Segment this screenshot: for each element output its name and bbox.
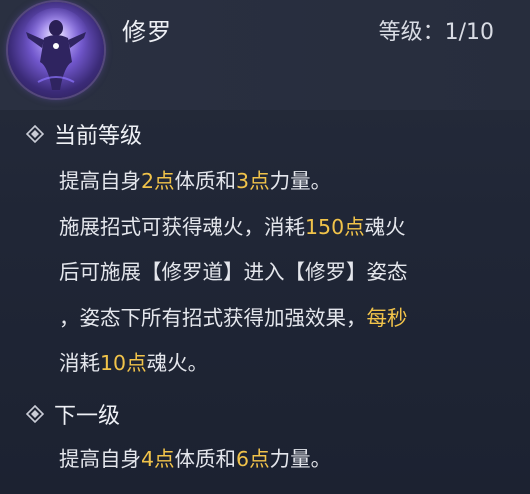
highlighted-value: 150点 (305, 214, 365, 239)
level-label: 等级： (378, 20, 445, 45)
highlighted-value: 10点 (100, 351, 147, 375)
description-text: ，姿态下所有招式获得加强效果， (59, 305, 367, 330)
description-line: 消耗10点魂火。 (59, 341, 408, 387)
current-level-title: 当前等级 (26, 118, 143, 150)
next-level-description: 提高自身4点体质和6点力量。 (59, 437, 331, 483)
skill-name: 修罗 (122, 18, 172, 46)
description-text: 体质和 (174, 447, 237, 471)
description-line: 提高自身4点体质和6点力量。 (59, 437, 331, 483)
current-level-description: 提高自身2点体质和3点力量。 施展招式可获得魂火，消耗150点魂火 后可施展【修罗道… (59, 159, 408, 387)
section-title-text: 下一级 (54, 404, 121, 429)
description-text: 力量。 (269, 169, 332, 193)
description-text: 提高自身 (59, 169, 141, 193)
diamond-bullet-icon (26, 405, 44, 423)
description-text: 施展招式可获得魂火，消耗 (59, 214, 305, 239)
skill-portrait-icon (8, 2, 104, 98)
description-line: ，姿态下所有招式获得加强效果，每秒 (59, 296, 408, 342)
description-text: 魂火 (364, 214, 406, 239)
description-line: 施展招式可获得魂火，消耗150点魂火 (59, 205, 408, 251)
diamond-bullet-icon (26, 125, 44, 143)
description-text: 魂火。 (146, 351, 209, 375)
next-level-title: 下一级 (26, 398, 121, 430)
description-line: 后可施展【修罗道】进入【修罗】姿态 (59, 250, 408, 296)
description-text: 力量。 (269, 447, 332, 471)
highlighted-value: 每秒 (366, 305, 408, 330)
section-title-text: 当前等级 (54, 124, 143, 149)
highlighted-value: 2点 (141, 169, 175, 193)
skill-tooltip: 修罗 等级：1/10 当前等级 提高自身2点体质和3点力量。 施展招式可获得魂火，… (0, 0, 530, 494)
highlighted-value: 3点 (236, 169, 270, 193)
description-text: 体质和 (174, 169, 237, 193)
description-text: 消耗 (59, 351, 100, 375)
skill-header: 修罗 等级：1/10 (0, 0, 530, 110)
description-text: 提高自身 (59, 447, 141, 471)
level-value: 1/10 (444, 20, 494, 45)
description-line: 提高自身2点体质和3点力量。 (59, 159, 408, 205)
skill-level: 等级：1/10 (379, 14, 494, 46)
description-text: 后可施展【修罗道】进入【修罗】姿态 (59, 260, 408, 284)
highlighted-value: 6点 (236, 447, 270, 471)
highlighted-value: 4点 (141, 447, 175, 471)
